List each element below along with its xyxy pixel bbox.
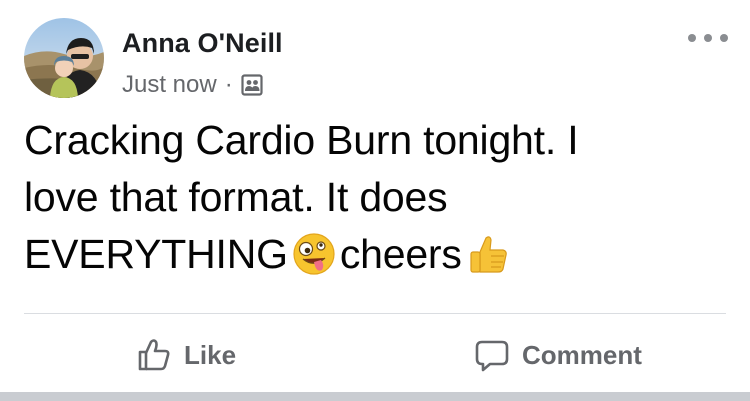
comment-icon xyxy=(475,340,509,372)
divider xyxy=(24,313,726,314)
timestamp[interactable]: Just now xyxy=(122,71,217,99)
comment-button[interactable]: Comment xyxy=(474,334,642,376)
zany-face-emoji xyxy=(292,232,336,276)
more-options-button[interactable] xyxy=(688,26,728,50)
post-text-tail: cheers xyxy=(339,231,462,277)
post-text-line: love that format. It does xyxy=(24,174,448,220)
avatar[interactable] xyxy=(24,18,104,98)
post-meta: Just now · xyxy=(122,70,263,100)
post-text-line: Cracking Cardio Burn tonight. I xyxy=(24,117,579,163)
like-icon xyxy=(138,339,170,371)
more-dot-icon xyxy=(688,34,696,42)
post-text-word: EVERYTHING xyxy=(24,231,288,277)
author-name[interactable]: Anna O'Neill xyxy=(122,28,283,59)
like-label: Like xyxy=(184,339,237,370)
post-text: Cracking Cardio Burn tonight. I love tha… xyxy=(24,112,714,283)
more-dot-icon xyxy=(720,34,728,42)
thumbs-up-emoji xyxy=(466,232,510,276)
friends-icon[interactable] xyxy=(241,74,263,96)
post-card: Anna O'Neill Just now · Cracking Cardio … xyxy=(0,0,750,392)
more-dot-icon xyxy=(704,34,712,42)
meta-separator: · xyxy=(224,71,233,98)
like-button[interactable]: Like xyxy=(136,334,236,376)
post-text-line: EVERYTHING cheers xyxy=(24,226,714,283)
feed-separator-bar xyxy=(0,392,750,401)
comment-label: Comment xyxy=(522,339,642,370)
